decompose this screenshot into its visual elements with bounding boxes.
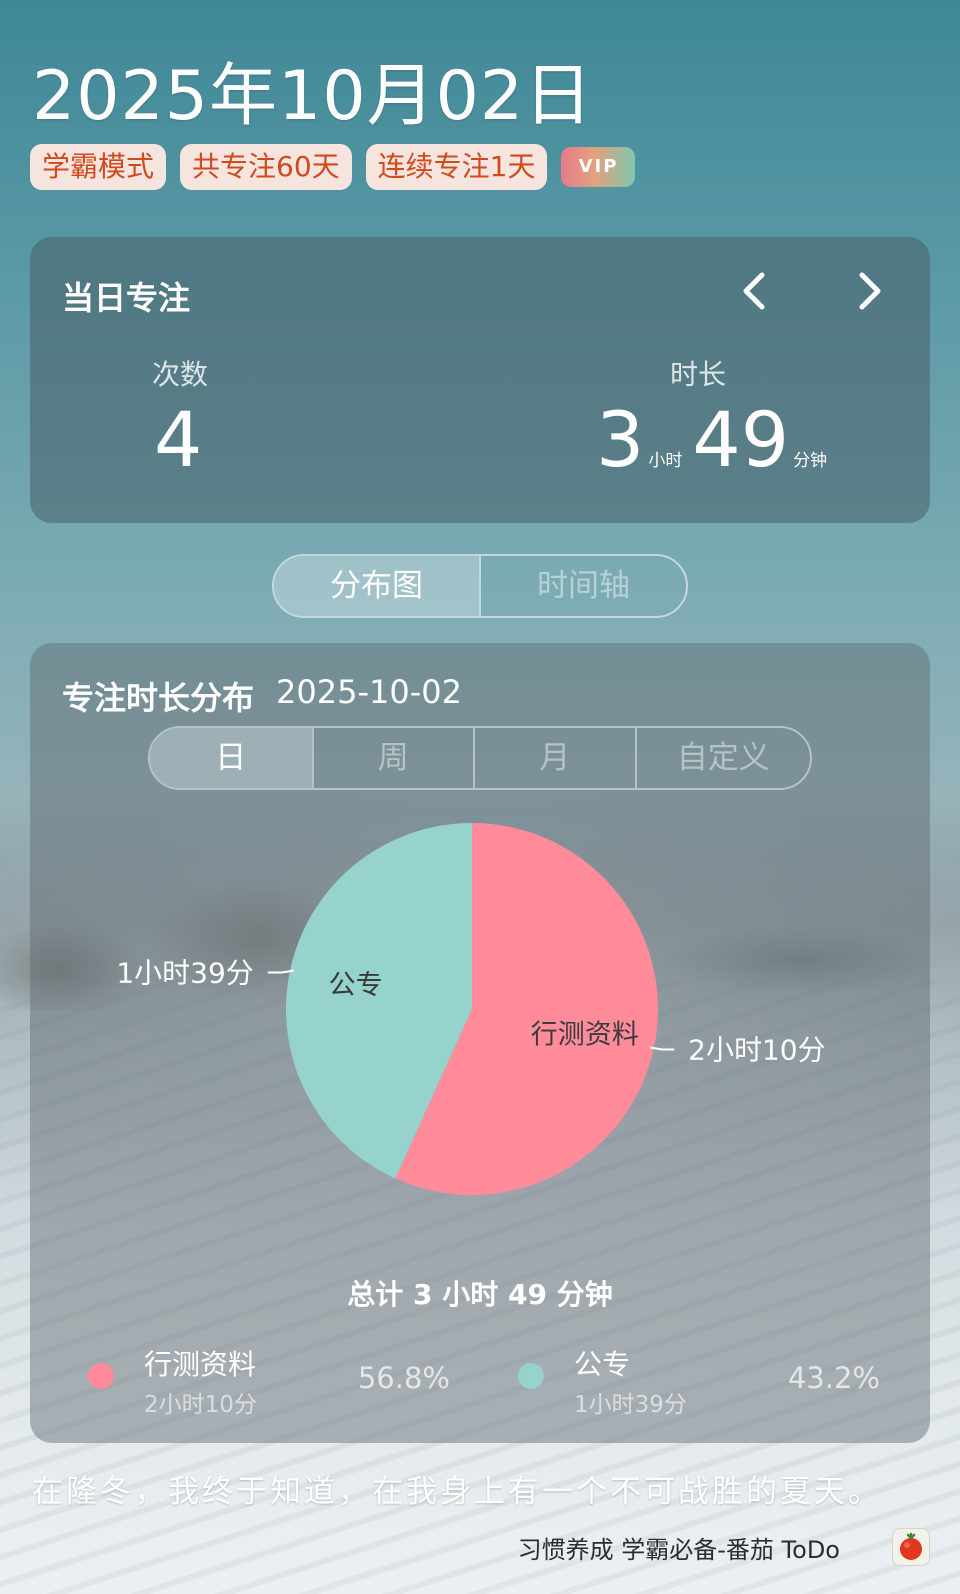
app-logo[interactable] [892,1528,930,1566]
pie-leader-line-0 [650,1046,675,1051]
total-days-badge: 共专注60天 [180,144,352,190]
daily-focus-card: 当日专注 次数 时长 4 3 小时 49 分钟 [30,237,930,523]
duration-hours-unit: 小时 [648,451,683,471]
pie-slice-value-1: 1小时39分 [116,957,253,990]
pie-slice-value-0: 2小时10分 [688,1033,825,1066]
tab-timeline[interactable]: 时间轴 [479,556,686,616]
chevron-right-icon [859,272,881,310]
focus-pie-chart: 行测资料 2小时10分 公专 1小时39分 [116,823,826,1195]
pie-slice-name-0: 行测资料 [531,1019,639,1050]
total-duration: 总计 3 小时 49 分钟 [347,1278,613,1311]
vip-badge[interactable]: VIP [561,147,636,187]
prev-day-button[interactable] [730,263,780,319]
chevron-left-icon [743,272,765,310]
count-value: 4 [154,395,203,484]
duration-hours: 3 [596,395,645,484]
page-title: 2025年10月02日 [32,57,594,136]
legend-percent-0: 56.8% [357,1361,450,1395]
distribution-card: 专注时长分布 2025-10-02 日 周 月 自定义 行测资料 2小时10分 公专… [30,643,930,1443]
legend-duration-0: 2小时10分 [144,1392,257,1418]
next-day-button[interactable] [844,263,894,319]
legend-dot-0 [88,1363,114,1389]
legend-percent-1: 43.2% [787,1361,880,1395]
duration-minutes: 49 [692,395,790,484]
daily-focus-title: 当日专注 [62,279,191,317]
legend-dot-1 [518,1363,544,1389]
duration-label: 时长 [670,358,727,391]
legend-item-0: 行测资料 2小时10分 56.8% [30,1343,450,1418]
view-switch: 分布图 时间轴 [272,554,688,618]
legend-item-1: 公专 1小时39分 43.2% [460,1343,880,1418]
pie-slice-name-1: 公专 [329,970,383,1001]
duration-minutes-unit: 分钟 [793,451,828,471]
footer-text: 习惯养成 学霸必备-番茄 ToDo [517,1536,840,1564]
tab-distribution[interactable]: 分布图 [274,556,479,616]
legend-name-0: 行测资料 [144,1348,257,1381]
streak-badge: 连续专注1天 [365,144,548,190]
count-label: 次数 [152,358,209,391]
tomato-icon [900,1532,922,1560]
duration-value: 3 小时 49 分钟 [596,395,837,484]
badge-row: 学霸模式 共专注60天 连续专注1天 VIP [30,144,636,190]
mode-badge: 学霸模式 [30,144,167,190]
legend-name-1: 公专 [574,1348,631,1381]
legend-duration-1: 1小时39分 [574,1392,687,1418]
daily-quote: 在隆冬，我终于知道，在我身上有一个不可战胜的夏天。 [32,1474,882,1510]
